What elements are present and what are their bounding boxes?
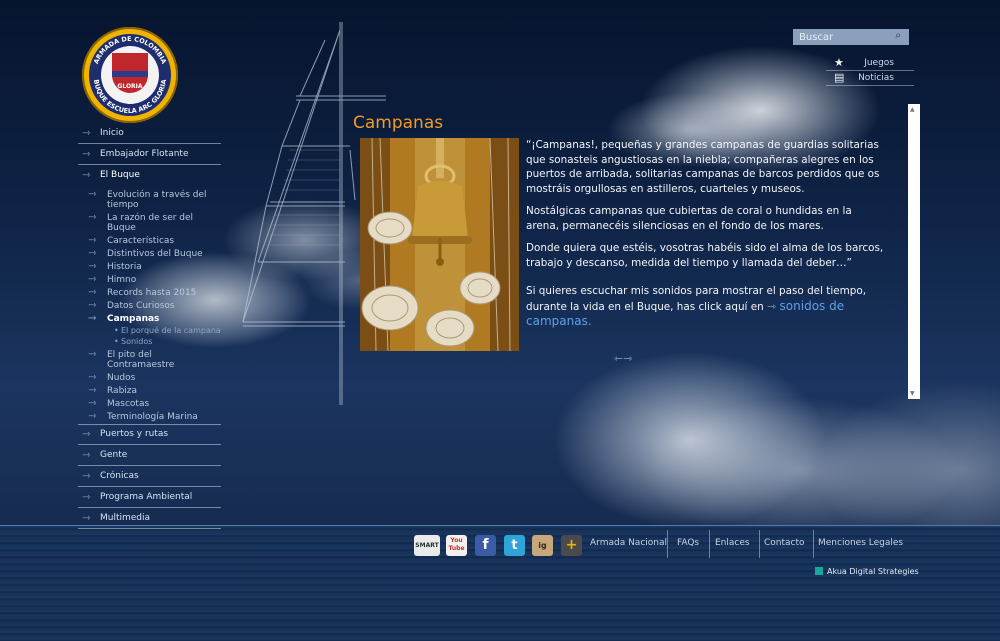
arrow-right-icon: ⇾ [88,212,97,223]
paragraph-with-link: Si quieres escuchar mis sonidos para mos… [526,285,866,328]
nav-item-multimedia[interactable]: ⇾ Multimedia [78,509,221,529]
nav-sub-historia[interactable]: ⇾ Historia [78,261,221,273]
nav-item-embajador-flotante[interactable]: ⇾ Embajador Flotante [78,145,221,165]
nav-item-programa-ambiental[interactable]: ⇾ Programa Ambiental [78,488,221,508]
arrow-right-icon: ⇾ [82,492,91,503]
content-scrollbar[interactable]: ▲ ▼ [908,104,920,399]
nav-sub-nudos[interactable]: ⇾ Nudos [78,372,221,384]
search-box: ⌕ [793,29,909,45]
nav-sub-caracteristicas[interactable]: ⇾ Características [78,235,221,247]
arrow-right-icon: ⇾ [82,471,91,482]
armada-logo[interactable]: GLORIA ARMADA DE COLOMBIA BUQUE ESCUELA … [82,27,178,123]
arrow-right-icon: ⇾ [88,189,97,200]
footer-divider [759,530,760,558]
arrow-right-icon: ⇾ [767,299,777,313]
logo-ring-text: ARMADA DE COLOMBIA BUQUE ESCUELA ARC GLO… [92,35,168,115]
nav-sub-rabiza[interactable]: ⇾ Rabiza [78,385,221,397]
nav-item-gente[interactable]: ⇾ Gente [78,446,221,466]
bullet-icon: • [114,326,119,335]
content-body: “¡Campanas!, pequeñas y grandes campanas… [526,138,886,338]
nav-sub-evolucion[interactable]: ⇾ Evolución a través del tiempo [78,189,221,211]
nav-sub-terminologia[interactable]: ⇾ Terminología Marina [78,411,221,423]
page-title: Campanas [353,113,444,133]
paragraph: Nostálgicas campanas que cubiertas de co… [526,205,852,232]
nav-sub-razon-de-ser[interactable]: ⇾ La razón de ser del Buque [78,212,221,234]
quick-link-noticias[interactable]: ▤ Noticias [826,71,914,86]
arrow-right-icon: ⇾ [88,372,97,383]
nav-subsub-sonidos[interactable]: • Sonidos [78,338,221,346]
youtube-icon[interactable]: You Tube [446,535,467,556]
nav-item-cronicas[interactable]: ⇾ Crónicas [78,467,221,487]
arrow-right-icon: ⇾ [88,287,97,298]
nav-item-inicio[interactable]: ⇾ Inicio [78,124,221,144]
nav-item-el-buque[interactable]: ⇾ El Buque [78,166,221,185]
credit[interactable]: Akua Digital Strategies [815,567,919,576]
bell-photo [360,138,519,351]
bullet-icon: • [114,337,119,346]
arrow-right-icon: ⇾ [82,513,91,524]
plus-icon[interactable]: + [561,535,582,556]
arrow-right-icon: ⇾ [88,313,97,324]
paragraph: Donde quiera que estéis, vosotras habéis… [526,242,884,269]
akua-logo-icon [815,567,823,575]
svg-text:ARMADA DE COLOMBIA: ARMADA DE COLOMBIA [92,35,168,65]
footer-link-faqs[interactable]: FAQs [677,538,699,548]
arrow-right-icon: ⇾ [88,385,97,396]
arrow-right-icon: ⇾ [82,450,91,461]
arrow-right-icon: ⇾ [82,170,91,181]
search-input[interactable] [799,29,883,45]
pager-arrows-icon[interactable]: ⇽⇾ [614,352,632,365]
document-icon: ▤ [834,71,845,84]
svg-text:BUQUE ESCUELA ARC GLORIA: BUQUE ESCUELA ARC GLORIA [92,79,168,115]
paragraph: “¡Campanas!, pequeñas y grandes campanas… [526,139,880,195]
bell-illustration [360,138,519,351]
footer-link-menciones-legales[interactable]: Menciones Legales [818,538,903,548]
smart-icon[interactable]: SMART [414,535,440,556]
arrow-right-icon: ⇾ [88,398,97,409]
nav-subsub-porque-campana[interactable]: • El porqué de la campana [78,327,221,335]
arrow-right-icon: ⇾ [88,300,97,311]
quick-links: ★ Juegos ▤ Noticias [826,56,914,86]
nav-sub-distintivos[interactable]: ⇾ Distintivos del Buque [78,248,221,260]
footer-divider [667,530,668,558]
twitter-icon[interactable]: t [504,535,525,556]
footer-link-armada-nacional[interactable]: Armada Nacional [590,538,667,548]
arrow-right-icon: ⇾ [88,235,97,246]
arrow-right-icon: ⇾ [82,128,91,139]
arrow-right-icon: ⇾ [88,274,97,285]
arrow-right-icon: ⇾ [88,248,97,259]
nav-sub-campanas[interactable]: ⇾ Campanas [78,313,221,325]
scroll-down-icon[interactable]: ▼ [910,390,915,397]
footer-link-contacto[interactable]: Contacto [764,538,805,548]
arrow-right-icon: ⇾ [82,149,91,160]
quick-link-juegos[interactable]: ★ Juegos [826,56,914,71]
star-icon: ★ [834,56,844,69]
arrow-right-icon: ⇾ [88,261,97,272]
nav-sub-datos-curiosos[interactable]: ⇾ Datos Curiosos [78,300,221,312]
nav-sub-mascotas[interactable]: ⇾ Mascotas [78,398,221,410]
nav-item-puertos-rutas[interactable]: ⇾ Puertos y rutas [78,424,221,445]
main-navigation: ⇾ Inicio ⇾ Embajador Flotante ⇾ El Buque… [78,124,221,530]
footer-divider [813,530,814,558]
nav-sub-himno[interactable]: ⇾ Himno [78,274,221,286]
nav-sub-pito-contramaestre[interactable]: ⇾ El pito del Contramaestre [78,349,221,371]
footer-divider [709,530,710,558]
search-icon[interactable]: ⌕ [895,30,901,41]
footer-link-enlaces[interactable]: Enlaces [715,538,750,548]
scroll-up-icon[interactable]: ▲ [910,106,915,113]
instagram-icon[interactable]: ig [532,535,553,556]
nav-sub-records[interactable]: ⇾ Records hasta 2015 [78,287,221,299]
arrow-right-icon: ⇾ [82,429,91,440]
arrow-right-icon: ⇾ [88,411,97,422]
facebook-icon[interactable]: f [475,535,496,556]
arrow-right-icon: ⇾ [88,349,97,360]
